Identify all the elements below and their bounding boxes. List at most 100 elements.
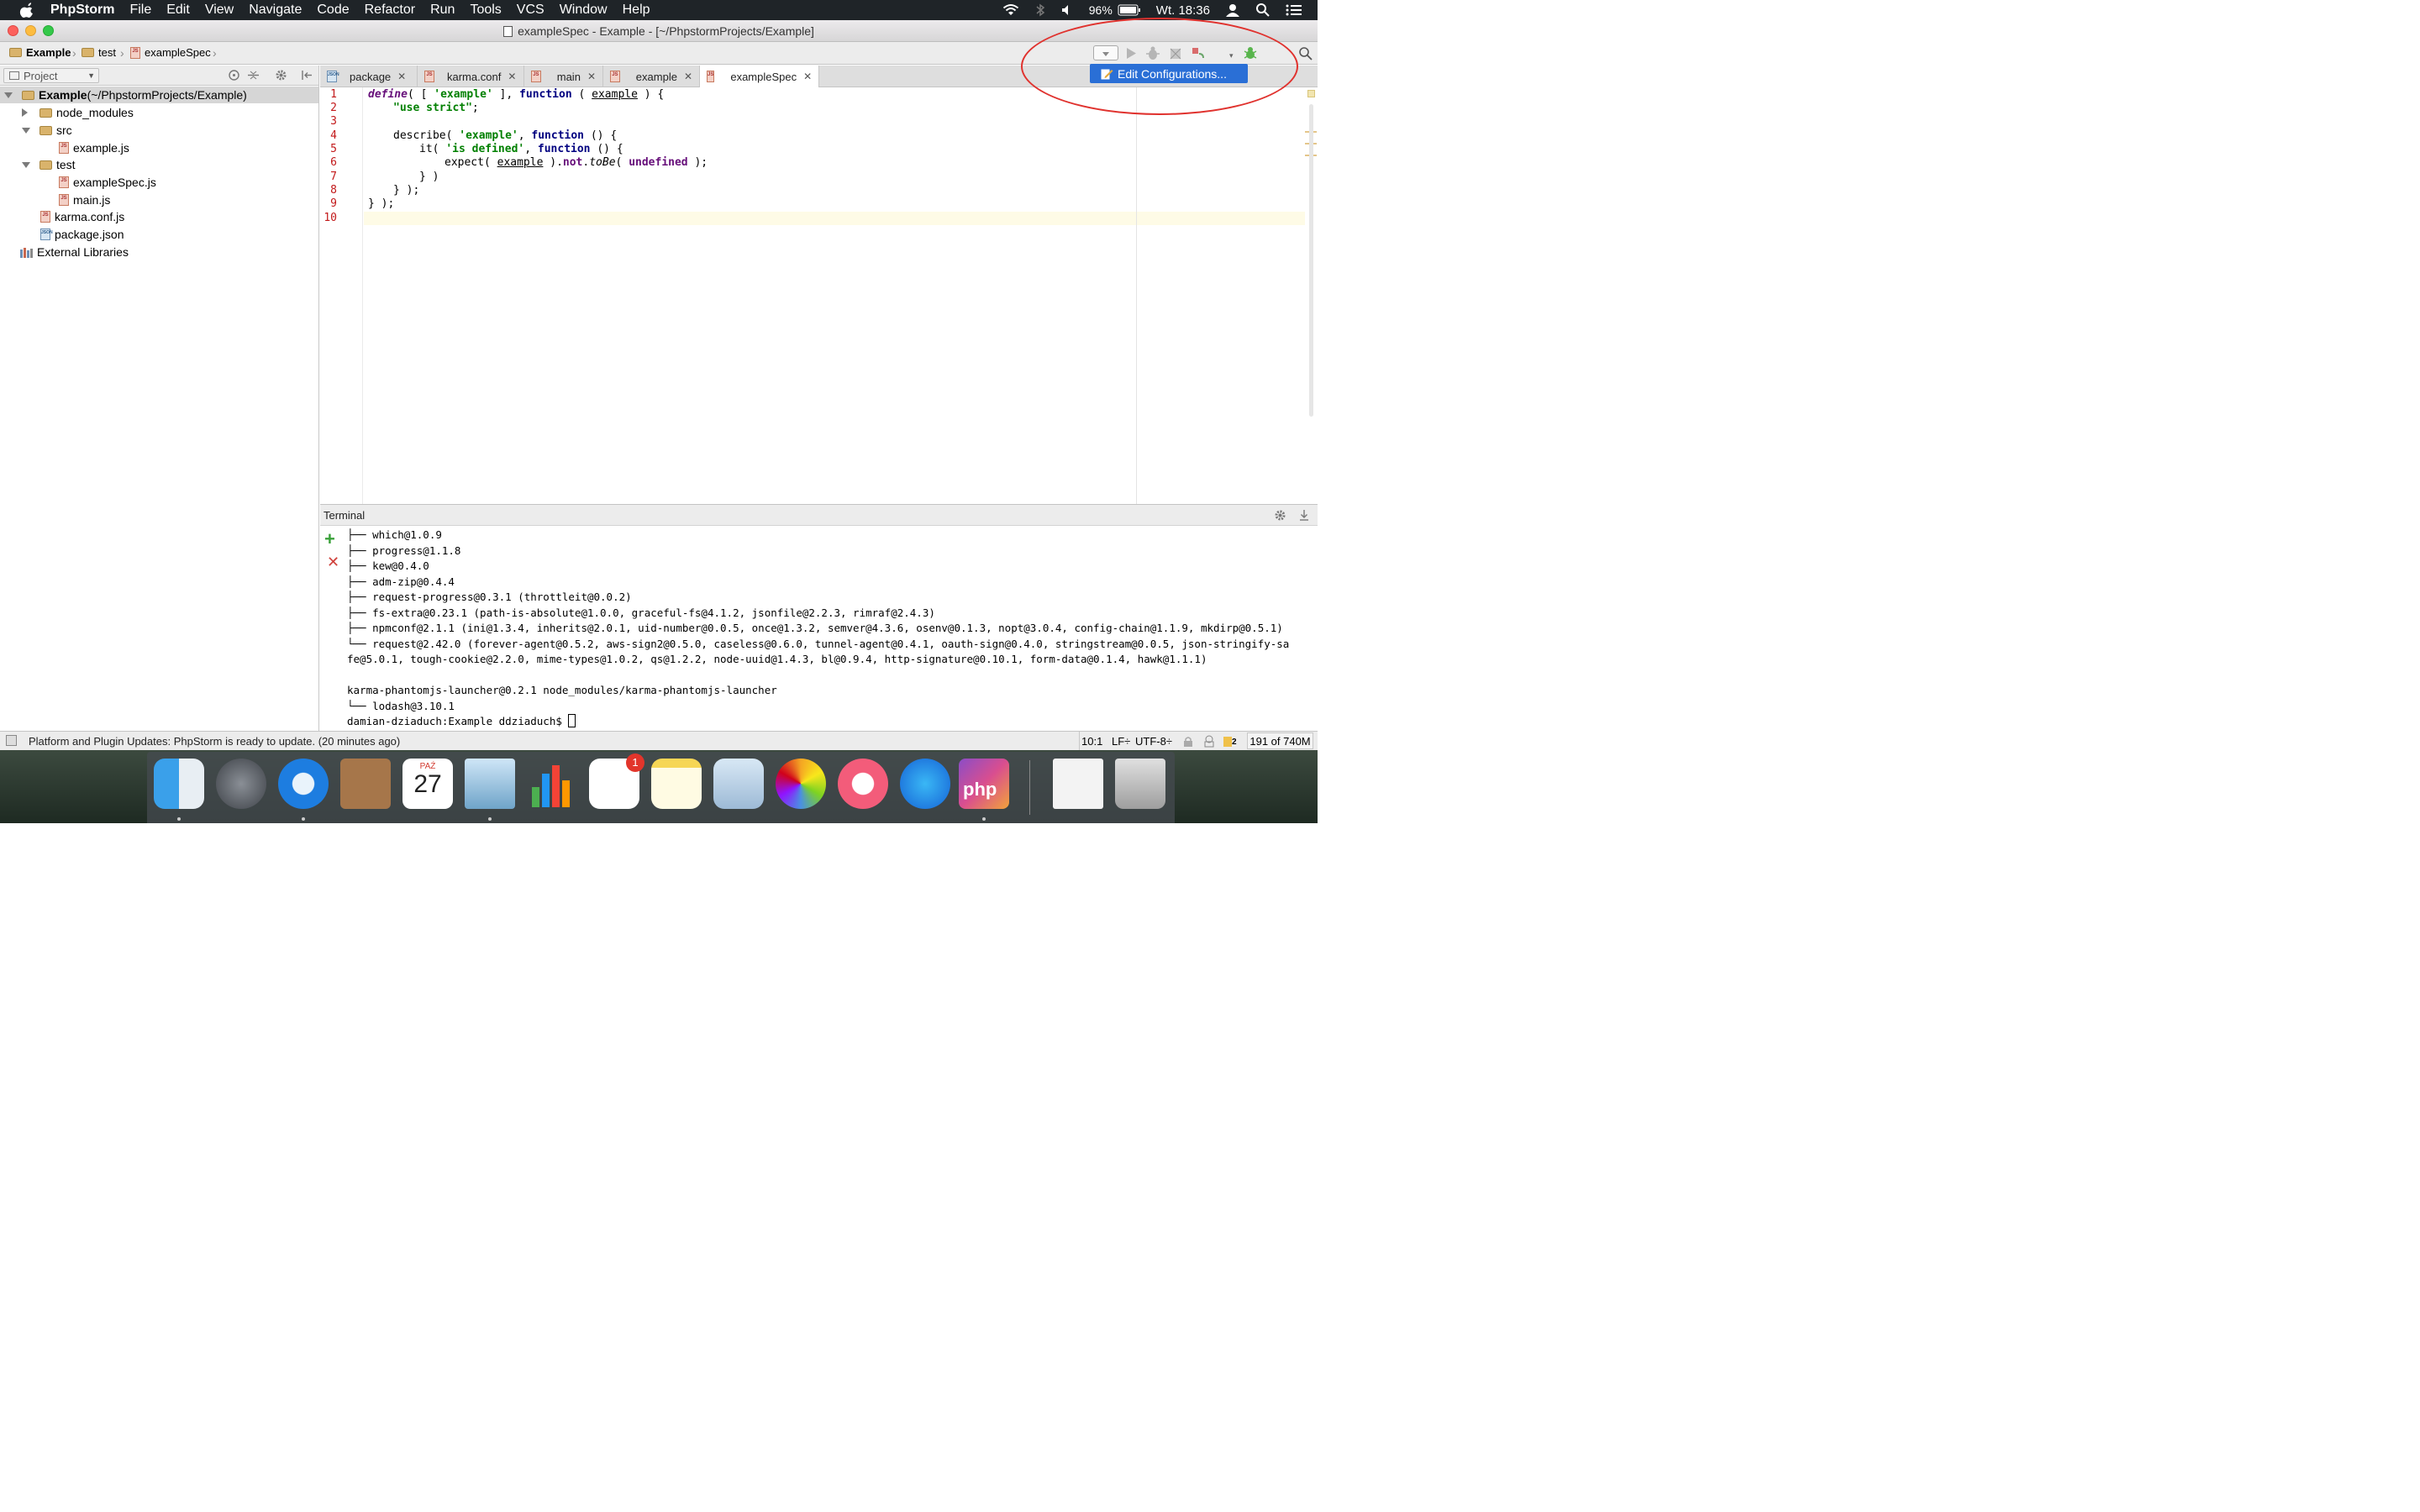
phpstorm-label: php bbox=[963, 779, 997, 800]
menu-refactor[interactable]: Refactor bbox=[365, 3, 415, 18]
wifi-icon[interactable] bbox=[1002, 3, 1020, 17]
tree-item-package-json[interactable]: JSON package.json bbox=[40, 226, 124, 243]
bluetooth-icon[interactable] bbox=[1035, 3, 1045, 18]
trash-icon[interactable] bbox=[1115, 759, 1165, 809]
contacts-icon[interactable] bbox=[340, 759, 391, 809]
libraries-icon bbox=[20, 247, 33, 258]
search-everywhere-icon[interactable] bbox=[1298, 46, 1313, 60]
notes-icon[interactable] bbox=[651, 759, 702, 809]
code-editor[interactable]: 1 2 3 4 5 6 7 8 9 10 define( [ 'example'… bbox=[320, 87, 1318, 504]
mail-icon[interactable] bbox=[465, 759, 515, 809]
collapse-all-icon[interactable] bbox=[247, 69, 260, 81]
close-session-icon[interactable]: ✕ bbox=[327, 554, 339, 570]
hide-panel-icon[interactable] bbox=[301, 69, 313, 81]
tree-item-external-libraries[interactable]: External Libraries bbox=[20, 244, 129, 260]
menu-window[interactable]: Window bbox=[560, 3, 608, 18]
code-line-5: it( 'is defined', function () { bbox=[419, 143, 623, 155]
menu-tools[interactable]: Tools bbox=[470, 3, 501, 18]
menu-run[interactable]: Run bbox=[430, 3, 455, 18]
tab-example[interactable]: JS example ✕ bbox=[603, 66, 700, 87]
tree-item-label: package.json bbox=[55, 228, 124, 241]
menubar-clock[interactable]: Wt. 18:36 bbox=[1156, 3, 1210, 18]
lock-icon[interactable] bbox=[1183, 736, 1193, 747]
caret-position[interactable]: 10:1 bbox=[1081, 735, 1102, 748]
scroll-from-source-icon[interactable] bbox=[228, 69, 240, 81]
close-icon[interactable]: ✕ bbox=[397, 71, 406, 82]
close-icon[interactable]: ✕ bbox=[803, 71, 812, 82]
menu-app-name[interactable]: PhpStorm bbox=[50, 3, 114, 18]
breadcrumb-project[interactable]: Example bbox=[9, 46, 71, 59]
menu-edit[interactable]: Edit bbox=[166, 3, 190, 18]
menu-code[interactable]: Code bbox=[317, 3, 349, 18]
apple-icon[interactable] bbox=[18, 3, 37, 18]
menu-help[interactable]: Help bbox=[623, 3, 650, 18]
tree-item-main-js[interactable]: JS main.js bbox=[59, 192, 110, 208]
close-icon[interactable]: ✕ bbox=[587, 71, 596, 82]
tree-item-example-js[interactable]: JS example.js bbox=[59, 139, 129, 156]
js-file-icon: JS bbox=[59, 142, 69, 154]
spotlight-search-icon[interactable] bbox=[1255, 3, 1270, 18]
finder-icon[interactable] bbox=[154, 759, 204, 809]
app-store-icon[interactable] bbox=[900, 759, 950, 809]
encoding-selector[interactable]: UTF-8÷ bbox=[1135, 735, 1172, 748]
line-number: 9 bbox=[330, 197, 337, 210]
tree-item-src[interactable]: src bbox=[22, 122, 72, 139]
project-view-selector[interactable]: Project ▼ bbox=[3, 68, 99, 83]
battery-icon[interactable] bbox=[1118, 4, 1141, 16]
notifications-indicator[interactable]: 2 bbox=[1223, 734, 1242, 748]
breadcrumb-folder[interactable]: test bbox=[82, 46, 116, 59]
menu-file[interactable]: File bbox=[129, 3, 151, 18]
new-session-icon[interactable]: + bbox=[324, 530, 335, 549]
line-separator-selector[interactable]: LF÷ bbox=[1112, 735, 1130, 748]
pdf-document-icon[interactable] bbox=[1053, 759, 1103, 809]
close-icon[interactable]: ✕ bbox=[508, 71, 516, 82]
breadcrumb-label: Example bbox=[26, 46, 71, 59]
running-indicator bbox=[302, 817, 305, 821]
gear-icon[interactable] bbox=[275, 69, 288, 81]
inspector-icon[interactable] bbox=[1202, 735, 1216, 748]
menu-view[interactable]: View bbox=[205, 3, 234, 18]
expand-arrow-icon[interactable] bbox=[22, 108, 28, 117]
js-file-icon: JS bbox=[40, 211, 50, 223]
menu-vcs[interactable]: VCS bbox=[517, 3, 544, 18]
expand-arrow-icon[interactable] bbox=[22, 127, 30, 134]
notification-center-icon[interactable] bbox=[1286, 3, 1302, 17]
tab-examplespec[interactable]: JS exampleSpec ✕ bbox=[700, 66, 819, 87]
user-icon[interactable] bbox=[1225, 3, 1240, 18]
calendar-icon[interactable]: PAŹ 27 bbox=[402, 759, 453, 809]
inspection-status-icon[interactable] bbox=[1307, 90, 1315, 97]
tool-windows-toggle-icon[interactable] bbox=[6, 735, 17, 746]
itunes-icon[interactable] bbox=[838, 759, 888, 809]
editor-scrollbar[interactable] bbox=[1309, 104, 1313, 417]
tree-item-node-modules[interactable]: node_modules bbox=[22, 104, 134, 121]
edit-configurations-menu-item[interactable]: Edit Configurations... bbox=[1090, 64, 1248, 83]
safari-icon[interactable] bbox=[278, 759, 329, 809]
expand-arrow-icon[interactable] bbox=[22, 161, 30, 168]
memory-indicator[interactable]: 191 of 740M bbox=[1247, 732, 1313, 749]
numbers-icon[interactable] bbox=[527, 759, 577, 809]
launchpad-icon[interactable] bbox=[216, 759, 266, 809]
project-panel-header: Project ▼ bbox=[0, 66, 318, 86]
tree-item-example-root[interactable]: Example (~/PhpstormProjects/Example) bbox=[0, 87, 318, 103]
close-icon[interactable]: ✕ bbox=[684, 71, 692, 82]
tab-package[interactable]: JSON package ✕ bbox=[320, 66, 418, 87]
gear-icon[interactable] bbox=[1274, 509, 1287, 522]
hide-panel-icon[interactable] bbox=[1298, 509, 1310, 522]
maps-icon[interactable] bbox=[713, 759, 764, 809]
expand-arrow-icon[interactable] bbox=[4, 92, 13, 98]
tab-main[interactable]: JS main ✕ bbox=[524, 66, 603, 87]
tree-item-examplespec-js[interactable]: JS exampleSpec.js bbox=[59, 174, 156, 191]
reminders-icon[interactable]: 1 bbox=[589, 753, 644, 809]
breadcrumb-file[interactable]: JS exampleSpec bbox=[130, 46, 211, 59]
tree-item-karma-conf-js[interactable]: JS karma.conf.js bbox=[40, 208, 124, 225]
status-message[interactable]: Platform and Plugin Updates: PhpStorm is… bbox=[29, 735, 400, 748]
volume-icon[interactable] bbox=[1060, 3, 1074, 17]
tree-item-test[interactable]: test bbox=[22, 156, 76, 173]
terminal-prompt: damian-dziaduch:Example ddziaduch$ bbox=[347, 715, 569, 727]
tab-karma-conf[interactable]: JS karma.conf ✕ bbox=[418, 66, 524, 87]
terminal-scrollbar[interactable] bbox=[1311, 528, 1315, 729]
photos-icon[interactable] bbox=[776, 759, 826, 809]
phpstorm-icon[interactable]: php bbox=[959, 759, 1009, 809]
menu-navigate[interactable]: Navigate bbox=[249, 3, 302, 18]
terminal-prompt-line[interactable]: damian-dziaduch:Example ddziaduch$ bbox=[347, 714, 576, 729]
